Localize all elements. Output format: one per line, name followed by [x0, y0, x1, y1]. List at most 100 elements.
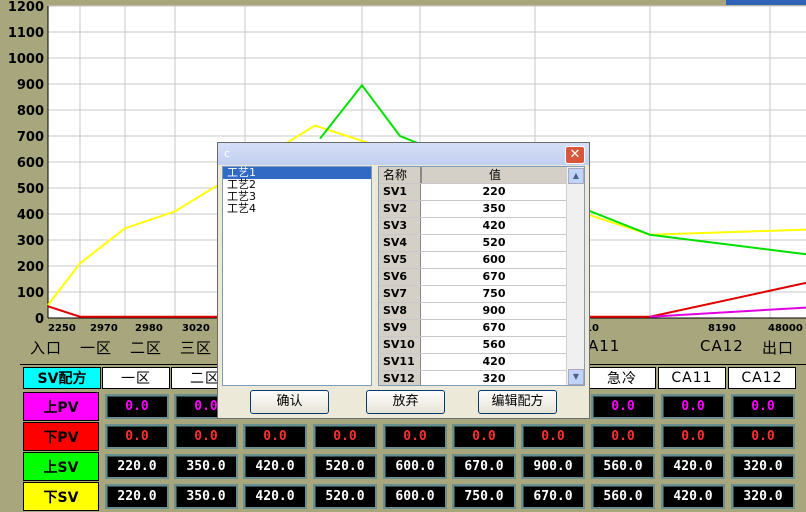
grid-cell-name: SV5 — [379, 252, 421, 268]
value-cell-usv[interactable]: 320.0 — [731, 454, 795, 479]
edit-recipe-button[interactable]: 编辑配方 — [478, 390, 557, 414]
value-cell-dpv[interactable]: 0.0 — [105, 424, 169, 449]
zone-label: 入口 — [30, 339, 63, 357]
value-cell-usv[interactable]: 520.0 — [313, 454, 377, 479]
value-cell-dpv[interactable]: 0.0 — [383, 424, 447, 449]
y-tick-label: 1100 — [8, 26, 44, 41]
recipe-value-grid[interactable]: 名称值 SV1 220 SV2 350 SV3 420 SV4 520 SV5 600 SV6 670 S… — [378, 166, 585, 386]
recipe-dialog: c ✕ 工艺1 工艺2 工艺3 工艺4 名称值 SV1 220 SV2 350 SV3 420 SV… — [217, 142, 590, 419]
grid-row[interactable]: SV2 350 — [379, 201, 567, 218]
recipe-listbox[interactable]: 工艺1 工艺2 工艺3 工艺4 — [222, 166, 372, 386]
value-cell-usv[interactable]: 420.0 — [243, 454, 307, 479]
grid-cell-name: SV11 — [379, 354, 421, 370]
grid-cell-value[interactable]: 420 — [421, 354, 567, 370]
grid-row[interactable]: SV5 600 — [379, 252, 567, 269]
grid-header-value: 值 — [421, 167, 568, 183]
grid-row[interactable]: SV12 320 — [379, 371, 567, 385]
confirm-button[interactable]: 确认 — [250, 390, 329, 414]
grid-row[interactable]: SV7 750 — [379, 286, 567, 303]
y-tick-label: 900 — [17, 78, 44, 93]
x-tick-label: 2970 — [90, 323, 118, 334]
grid-cell-value[interactable]: 320 — [421, 371, 567, 385]
y-tick-label: 1200 — [8, 0, 44, 15]
grid-row[interactable]: SV3 420 — [379, 218, 567, 235]
grid-row[interactable]: SV6 670 — [379, 269, 567, 286]
grid-cell-value[interactable]: 350 — [421, 201, 567, 217]
grid-cell-name: SV3 — [379, 218, 421, 234]
grid-cell-value[interactable]: 900 — [421, 303, 567, 319]
grid-cell-value[interactable]: 670 — [421, 320, 567, 336]
value-cell-usv[interactable]: 600.0 — [383, 454, 447, 479]
grid-cell-name: SV10 — [379, 337, 421, 353]
value-cell-dsv[interactable]: 420.0 — [661, 484, 725, 509]
x-tick-label: 2250 — [48, 323, 76, 334]
zone-label: 出口 — [762, 339, 795, 357]
row-label-dpv: 下PV — [23, 422, 99, 451]
grid-row[interactable]: SV10 560 — [379, 337, 567, 354]
value-cell-usv[interactable]: 670.0 — [452, 454, 516, 479]
value-cell-dpv[interactable]: 0.0 — [313, 424, 377, 449]
grid-cell-name: SV4 — [379, 235, 421, 251]
scroll-down-icon[interactable]: ▼ — [568, 369, 584, 385]
grid-scrollbar[interactable]: ▲ ▼ — [566, 167, 584, 385]
value-cell-dsv[interactable]: 420.0 — [243, 484, 307, 509]
dialog-titlebar[interactable]: c ✕ — [218, 143, 589, 165]
value-cell-usv[interactable]: 350.0 — [174, 454, 238, 479]
value-cell-dsv[interactable]: 600.0 — [383, 484, 447, 509]
close-icon[interactable]: ✕ — [565, 146, 585, 164]
zone-label: CA12 — [700, 337, 744, 355]
x-tick-label: 8190 — [708, 323, 736, 334]
row-label-dsv: 下SV — [23, 482, 99, 511]
value-cell-dpv[interactable]: 0.0 — [174, 424, 238, 449]
value-cell-upv[interactable]: 0.0 — [591, 394, 655, 419]
grid-row[interactable]: SV1 220 — [379, 184, 567, 201]
value-cell-usv[interactable]: 560.0 — [591, 454, 655, 479]
grid-cell-value[interactable]: 560 — [421, 337, 567, 353]
value-cell-dsv[interactable]: 520.0 — [313, 484, 377, 509]
value-cell-dsv[interactable]: 670.0 — [521, 484, 585, 509]
grid-header-name: 名称 — [379, 167, 421, 183]
recipe-list-item[interactable]: 工艺4 — [223, 203, 371, 215]
grid-cell-value[interactable]: 750 — [421, 286, 567, 302]
grid-header-row: 名称值 — [379, 167, 568, 184]
scroll-up-icon[interactable]: ▲ — [568, 168, 584, 184]
row-label-upv: 上PV — [23, 392, 99, 421]
grid-cell-value[interactable]: 600 — [421, 252, 567, 268]
grid-cell-name: SV7 — [379, 286, 421, 302]
value-cell-usv[interactable]: 220.0 — [105, 454, 169, 479]
cancel-button[interactable]: 放弃 — [366, 390, 445, 414]
grid-row[interactable]: SV11 420 — [379, 354, 567, 371]
value-cell-dsv[interactable]: 560.0 — [591, 484, 655, 509]
grid-row[interactable]: SV4 520 — [379, 235, 567, 252]
value-cell-dpv[interactable]: 0.0 — [661, 424, 725, 449]
grid-row[interactable]: SV8 900 — [379, 303, 567, 320]
column-header: CA12 — [728, 367, 796, 389]
y-tick-label: 100 — [17, 286, 44, 301]
grid-cell-value[interactable]: 420 — [421, 218, 567, 234]
column-header: CA11 — [658, 367, 726, 389]
value-cell-dpv[interactable]: 0.0 — [591, 424, 655, 449]
y-tick-label: 500 — [17, 182, 44, 197]
grid-cell-value[interactable]: 220 — [421, 184, 567, 200]
value-cell-dsv[interactable]: 750.0 — [452, 484, 516, 509]
value-cell-usv[interactable]: 900.0 — [521, 454, 585, 479]
grid-cell-value[interactable]: 520 — [421, 235, 567, 251]
grid-row[interactable]: SV9 670 — [379, 320, 567, 337]
value-cell-dpv[interactable]: 0.0 — [731, 424, 795, 449]
value-cell-dsv[interactable]: 220.0 — [105, 484, 169, 509]
y-tick-label: 800 — [17, 104, 44, 119]
value-cell-upv[interactable]: 0.0 — [105, 394, 169, 419]
grid-cell-name: SV2 — [379, 201, 421, 217]
value-cell-dpv[interactable]: 0.0 — [452, 424, 516, 449]
value-cell-dpv[interactable]: 0.0 — [243, 424, 307, 449]
value-cell-upv[interactable]: 0.0 — [731, 394, 795, 419]
y-tick-label: 400 — [17, 208, 44, 223]
value-cell-dsv[interactable]: 350.0 — [174, 484, 238, 509]
grid-cell-value[interactable]: 670 — [421, 269, 567, 285]
value-cell-upv[interactable]: 0.0 — [661, 394, 725, 419]
value-cell-usv[interactable]: 420.0 — [661, 454, 725, 479]
column-header: 急冷 — [588, 367, 656, 389]
value-cell-dpv[interactable]: 0.0 — [521, 424, 585, 449]
y-tick-label: 200 — [17, 260, 44, 275]
value-cell-dsv[interactable]: 320.0 — [731, 484, 795, 509]
